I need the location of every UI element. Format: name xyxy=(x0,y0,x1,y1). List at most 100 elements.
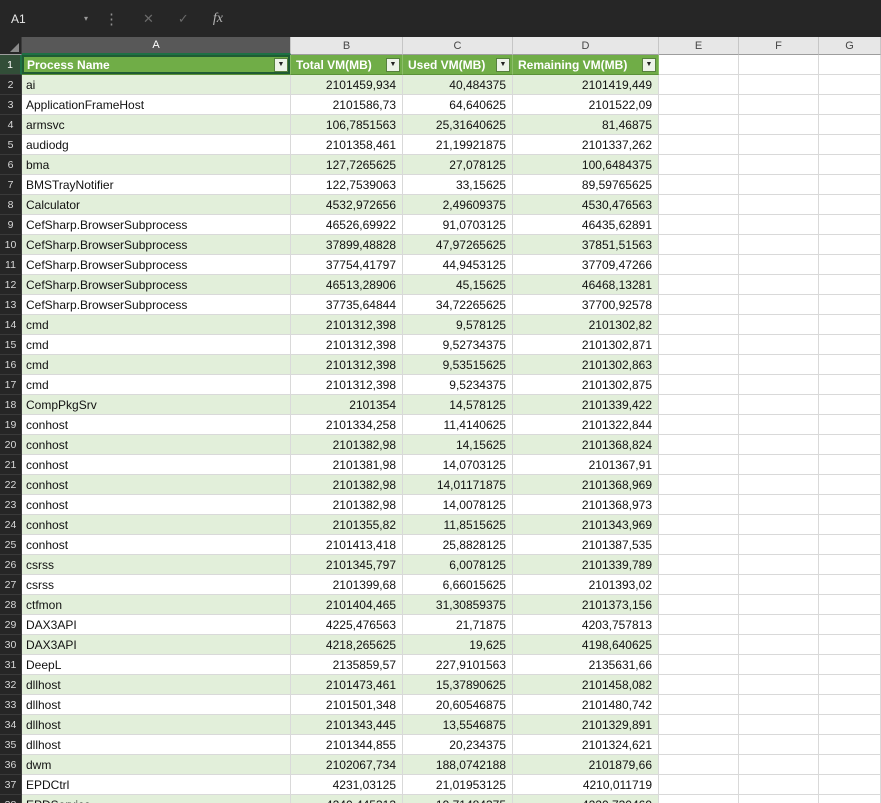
cell[interactable]: 2101413,418 xyxy=(291,535,403,555)
cell[interactable]: 4532,972656 xyxy=(291,195,403,215)
cell-empty[interactable] xyxy=(819,195,881,215)
cell[interactable]: 81,46875 xyxy=(513,115,659,135)
cell[interactable]: 25,31640625 xyxy=(403,115,513,135)
cell[interactable]: 37754,41797 xyxy=(291,255,403,275)
cell-empty[interactable] xyxy=(659,315,739,335)
cell-empty[interactable] xyxy=(819,415,881,435)
cell-empty[interactable] xyxy=(659,435,739,455)
cell[interactable]: 2101302,871 xyxy=(513,335,659,355)
cell-empty[interactable] xyxy=(659,175,739,195)
cell[interactable]: cmd xyxy=(22,375,291,395)
table-header-cell[interactable]: Remaining VM(MB) ▼ xyxy=(513,55,659,75)
cell[interactable]: dwm xyxy=(22,755,291,775)
cell-empty[interactable] xyxy=(739,275,819,295)
cell[interactable]: CefSharp.BrowserSubprocess xyxy=(22,215,291,235)
cell[interactable]: 2101312,398 xyxy=(291,355,403,375)
row-header-34[interactable]: 34 xyxy=(0,715,22,735)
cell-empty[interactable] xyxy=(739,595,819,615)
cell[interactable]: 37735,64844 xyxy=(291,295,403,315)
cell[interactable]: conhost xyxy=(22,415,291,435)
cell-empty[interactable] xyxy=(659,615,739,635)
cell[interactable]: conhost xyxy=(22,535,291,555)
cell[interactable]: 2101312,398 xyxy=(291,375,403,395)
cell-empty[interactable] xyxy=(659,495,739,515)
cell[interactable]: 2101329,891 xyxy=(513,715,659,735)
cell-empty[interactable] xyxy=(659,135,739,155)
cell[interactable]: 15,37890625 xyxy=(403,675,513,695)
cell-empty[interactable] xyxy=(739,515,819,535)
cell-empty[interactable] xyxy=(739,375,819,395)
cell-empty[interactable] xyxy=(819,395,881,415)
cell-empty[interactable] xyxy=(819,155,881,175)
cell-empty[interactable] xyxy=(819,515,881,535)
cell-empty[interactable] xyxy=(659,275,739,295)
cell[interactable]: 2101339,789 xyxy=(513,555,659,575)
cell[interactable]: audiodg xyxy=(22,135,291,155)
cell[interactable]: armsvc xyxy=(22,115,291,135)
row-header-24[interactable]: 24 xyxy=(0,515,22,535)
cell-empty[interactable] xyxy=(659,795,739,803)
cell[interactable]: bma xyxy=(22,155,291,175)
cell-empty[interactable] xyxy=(739,775,819,795)
cell-empty[interactable] xyxy=(739,195,819,215)
filter-dropdown-icon[interactable]: ▼ xyxy=(274,57,288,72)
cell[interactable]: 2101334,258 xyxy=(291,415,403,435)
cell-empty[interactable] xyxy=(739,155,819,175)
cell[interactable]: 9,578125 xyxy=(403,315,513,335)
cell-empty[interactable] xyxy=(739,135,819,155)
cell-empty[interactable] xyxy=(659,395,739,415)
row-header-16[interactable]: 16 xyxy=(0,355,22,375)
cell[interactable]: conhost xyxy=(22,455,291,475)
cell[interactable]: CefSharp.BrowserSubprocess xyxy=(22,295,291,315)
cell[interactable]: 64,640625 xyxy=(403,95,513,115)
cell-empty[interactable] xyxy=(819,475,881,495)
cell-empty[interactable] xyxy=(659,455,739,475)
cell-empty[interactable] xyxy=(659,115,739,135)
cell[interactable]: 2101382,98 xyxy=(291,495,403,515)
cell-empty[interactable] xyxy=(659,695,739,715)
cell[interactable]: 27,078125 xyxy=(403,155,513,175)
cell[interactable]: csrss xyxy=(22,555,291,575)
cell[interactable]: 2102067,734 xyxy=(291,755,403,775)
cell[interactable]: 2101368,824 xyxy=(513,435,659,455)
cell[interactable]: 2101586,73 xyxy=(291,95,403,115)
column-header-e[interactable]: E xyxy=(659,37,739,55)
cell[interactable]: 2101480,742 xyxy=(513,695,659,715)
cell[interactable]: 2135859,57 xyxy=(291,655,403,675)
cell[interactable]: 2101339,422 xyxy=(513,395,659,415)
cell-empty[interactable] xyxy=(739,315,819,335)
cell-empty[interactable] xyxy=(819,535,881,555)
cell[interactable]: 2101382,98 xyxy=(291,435,403,455)
cell-empty[interactable] xyxy=(659,95,739,115)
cell-empty[interactable] xyxy=(739,655,819,675)
cell-empty[interactable] xyxy=(819,355,881,375)
cell-empty[interactable] xyxy=(819,695,881,715)
cell[interactable]: 20,234375 xyxy=(403,735,513,755)
cell-empty[interactable] xyxy=(659,735,739,755)
cell[interactable]: 40,484375 xyxy=(403,75,513,95)
cell[interactable]: 6,66015625 xyxy=(403,575,513,595)
cell-empty[interactable] xyxy=(659,375,739,395)
cell-empty[interactable] xyxy=(819,615,881,635)
cell[interactable]: conhost xyxy=(22,475,291,495)
row-header-31[interactable]: 31 xyxy=(0,655,22,675)
column-header-c[interactable]: C xyxy=(403,37,513,55)
row-header-26[interactable]: 26 xyxy=(0,555,22,575)
cell[interactable]: 106,7851563 xyxy=(291,115,403,135)
cell[interactable]: 2101879,66 xyxy=(513,755,659,775)
cell-empty[interactable] xyxy=(739,755,819,775)
cell[interactable]: Calculator xyxy=(22,195,291,215)
cell[interactable]: 14,01171875 xyxy=(403,475,513,495)
column-header-f[interactable]: F xyxy=(739,37,819,55)
cell-empty[interactable] xyxy=(819,635,881,655)
cell[interactable]: 188,0742188 xyxy=(403,755,513,775)
cell[interactable]: 2101458,082 xyxy=(513,675,659,695)
cell[interactable]: 2101404,465 xyxy=(291,595,403,615)
cell[interactable]: 14,0703125 xyxy=(403,455,513,475)
cell-empty[interactable] xyxy=(739,75,819,95)
cell[interactable]: 4225,476563 xyxy=(291,615,403,635)
cell-empty[interactable] xyxy=(739,55,819,75)
cell[interactable]: cmd xyxy=(22,335,291,355)
cell-empty[interactable] xyxy=(739,95,819,115)
cell[interactable]: 2101302,82 xyxy=(513,315,659,335)
